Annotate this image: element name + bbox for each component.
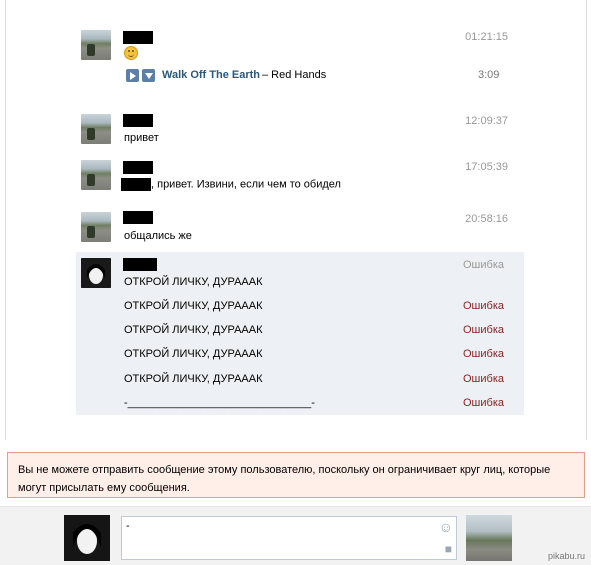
audio-duration: 3:09 <box>478 69 500 81</box>
failed-message-text: ОТКРОЙ ЛИЧКУ, ДУРАААК <box>124 276 263 288</box>
restriction-warning: Вы не можете отправить сообщение этому п… <box>7 452 585 498</box>
avatar-art-icon <box>81 258 111 288</box>
error-status[interactable]: Ошибка <box>463 348 504 360</box>
recipient-avatar[interactable] <box>466 515 512 561</box>
failed-message-text: ОТКРОЙ ЛИЧКУ, ДУРАААК <box>124 373 263 385</box>
sender-avatar[interactable] <box>81 30 111 60</box>
error-status[interactable]: Ошибка <box>463 259 504 271</box>
sender-name-redacted[interactable] <box>123 114 153 127</box>
sender-name-redacted[interactable] <box>123 258 157 271</box>
sender-name-redacted[interactable] <box>123 211 153 224</box>
sender-avatar[interactable] <box>81 114 111 144</box>
frame-right-border <box>586 0 587 440</box>
frame-left-border <box>5 0 6 440</box>
error-status[interactable]: Ошибка <box>463 373 504 385</box>
message-text: общались же <box>124 230 192 242</box>
sender-name-redacted[interactable] <box>123 31 153 44</box>
composer-bar: - ☺ ■ pikabu.ru <box>0 506 591 565</box>
message-text: привет <box>124 132 159 144</box>
failed-message-text: ОТКРОЙ ЛИЧКУ, ДУРАААК <box>124 300 263 312</box>
my-avatar[interactable] <box>64 515 110 561</box>
failed-message-text: ОТКРОЙ ЛИЧКУ, ДУРАААК <box>124 348 263 360</box>
message-item: 17:05:39 , привет. Извини, если чем то о… <box>76 158 524 194</box>
failed-message-text: -______________________________- <box>124 397 315 409</box>
smile-emoji-icon <box>124 46 138 60</box>
failed-message-block: Ошибка ОТКРОЙ ЛИЧКУ, ДУРАААК ОТКРОЙ ЛИЧК… <box>76 252 524 415</box>
my-avatar-small[interactable] <box>81 258 111 288</box>
watermark-text: pikabu.ru <box>547 551 585 561</box>
audio-title: – Red Hands <box>262 69 327 81</box>
mention-redacted[interactable] <box>121 178 151 191</box>
sender-avatar[interactable] <box>81 212 111 242</box>
message-item: 12:09:37 привет <box>76 112 524 148</box>
sender-name-redacted[interactable] <box>123 161 153 174</box>
avatar-art-icon <box>64 515 110 561</box>
camera-icon[interactable]: ■ <box>445 542 452 556</box>
download-icon[interactable] <box>142 69 155 82</box>
message-time[interactable]: 20:58:16 <box>465 213 508 225</box>
message-text: , привет. Извини, если чем то обидел <box>151 178 341 191</box>
audio-artist[interactable]: Walk Off The Earth <box>162 69 260 81</box>
message-item: 20:58:16 общались же <box>76 210 524 246</box>
sender-avatar[interactable] <box>81 160 111 190</box>
failed-message-text: ОТКРОЙ ЛИЧКУ, ДУРАААК <box>124 324 263 336</box>
error-status[interactable]: Ошибка <box>463 324 504 336</box>
message-time[interactable]: 12:09:37 <box>465 115 508 127</box>
warning-text: Вы не можете отправить сообщение этому п… <box>18 464 551 494</box>
message-text-row: , привет. Извини, если чем то обидел <box>121 178 341 191</box>
smile-icon[interactable]: ☺ <box>439 519 453 535</box>
error-status[interactable]: Ошибка <box>463 300 504 312</box>
message-item: 01:21:15 Walk Off The Earth – Red Hands … <box>76 28 524 88</box>
error-status[interactable]: Ошибка <box>463 397 504 409</box>
message-time[interactable]: 17:05:39 <box>465 161 508 173</box>
message-input-value[interactable]: - <box>126 520 130 532</box>
message-time[interactable]: 01:21:15 <box>465 31 508 43</box>
message-input[interactable]: - ☺ ■ <box>121 516 457 560</box>
play-icon[interactable] <box>126 69 139 82</box>
